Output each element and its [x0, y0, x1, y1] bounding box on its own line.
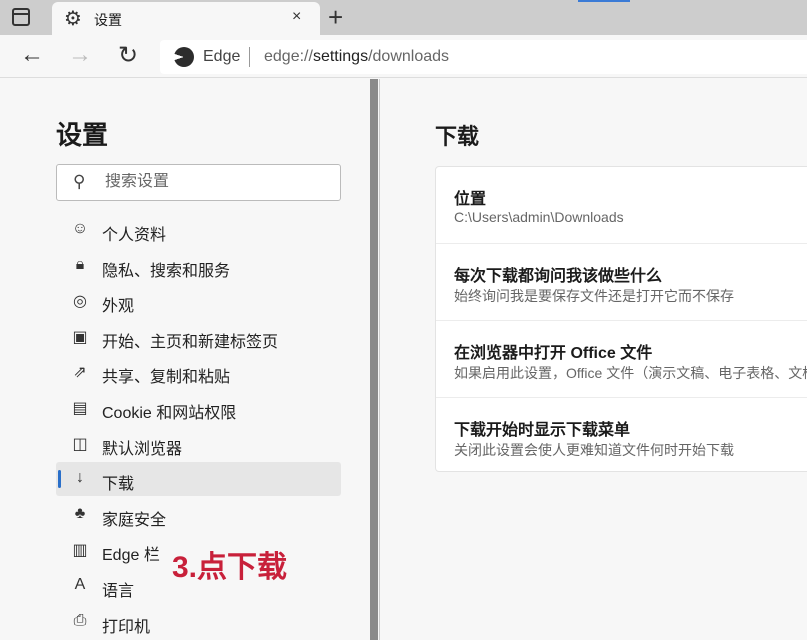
family-icon: ♣ — [74, 504, 86, 522]
setting-title: 在浏览器中打开 Office 文件 — [454, 345, 653, 362]
search-icon: ⚲ — [73, 172, 86, 191]
sidebar-item-label: 共享、复制和粘贴 — [102, 369, 231, 387]
cookie-icon: ▤ — [72, 400, 88, 417]
search-box[interactable]: ⚲ — [56, 164, 341, 201]
sidebar-title: 设置 — [56, 120, 109, 150]
tab-actions-icon[interactable] — [12, 8, 30, 26]
sidebar-item-label: 打印机 — [102, 618, 151, 636]
sidebar-item[interactable]: ⇗ 共享、复制和粘贴 — [56, 355, 341, 389]
forward-button[interactable]: → — [68, 41, 92, 69]
brand-label: Edge — [203, 48, 241, 65]
gear-icon: ⚙ — [64, 8, 82, 30]
download-icon: ↓ — [76, 469, 84, 487]
url-scheme: edge:// — [264, 48, 313, 65]
setting-desc: 如果启用此设置，Office 文件（演示文稿、电子表格、文档） — [454, 365, 807, 381]
edge-bar-icon: ▥ — [72, 542, 88, 560]
setting-desc: C:\Users\admin\Downloads — [454, 209, 624, 225]
sidebar-item-label: 家庭安全 — [102, 511, 167, 529]
sidebar-item-label: 语言 — [102, 583, 135, 600]
setting-row-ask[interactable]: 每次下载都询问我该做些什么始终询问我是要保存文件还是打开它而不保存 — [436, 244, 807, 321]
back-button[interactable]: ← — [20, 41, 44, 69]
setting-title: 下载开始时显示下载菜单 — [454, 422, 631, 439]
sidebar-item-label: 开始、主页和新建标签页 — [102, 333, 279, 351]
sidebar-item-label: 隐私、搜索和服务 — [102, 262, 231, 280]
main-content: 下载 位置 C:\Users\admin\Downloads 每次下载都询问我该做… — [379, 79, 807, 640]
sidebar-item-label: 默认浏览器 — [102, 440, 183, 458]
sidebar-item[interactable]: ☺ 个人资料 — [56, 213, 341, 247]
sidebar-item-label: Cookie 和网站权限 — [102, 405, 237, 422]
setting-desc: 关闭此设置会使人更难知道文件何时开始下载 — [454, 442, 734, 458]
browser-icon: ◫ — [72, 435, 88, 453]
tab-settings[interactable]: ⚙ 设置 × — [52, 2, 320, 36]
nav-bar: ← → ↻ Edge edge://settings/downloads — [0, 35, 807, 78]
setting-row-location[interactable]: 位置 C:\Users\admin\Downloads — [436, 167, 807, 244]
edge-logo-icon — [174, 47, 194, 67]
annotation-text: 3.点下载 — [172, 551, 288, 584]
new-tab-button[interactable]: + — [328, 2, 343, 33]
sidebar-item[interactable]: 🔒︎ 隐私、搜索和服务 — [56, 249, 341, 283]
profile-icon: ☺ — [71, 220, 89, 237]
setting-desc: 始终询问我是要保存文件还是打开它而不保存 — [454, 288, 734, 304]
sidebar-item[interactable]: ⎙ 打印机 — [56, 605, 341, 639]
downloads-card: 位置 C:\Users\admin\Downloads 每次下载都询问我该做些什么… — [435, 166, 807, 472]
sidebar-item[interactable]: ▣ 开始、主页和新建标签页 — [56, 320, 341, 354]
tab-highlight — [578, 0, 630, 2]
setting-row-office[interactable]: 在浏览器中打开 Office 文件如果启用此设置，Office 文件（演示文稿、… — [436, 321, 807, 398]
palette-icon: ◎ — [73, 293, 87, 311]
page-title: 下载 — [435, 124, 480, 149]
sidebar-item[interactable]: ↓ 下载 — [56, 462, 341, 497]
url-text[interactable]: edge://settings/downloads — [264, 48, 449, 66]
setting-row-menu[interactable]: 下载开始时显示下载菜单关闭此设置会使人更难知道文件何时开始下载 — [436, 398, 807, 475]
home-page-icon: ▣ — [72, 328, 88, 346]
refresh-button[interactable]: ↻ — [118, 41, 138, 70]
scrollbar[interactable] — [370, 79, 378, 640]
address-bar[interactable]: Edge edge://settings/downloads — [160, 40, 807, 74]
url-host: settings — [312, 48, 369, 65]
divider — [249, 47, 250, 67]
sidebar-item-label: Edge 栏 — [102, 547, 160, 565]
sidebar-item-label: 个人资料 — [102, 227, 167, 244]
sidebar-item[interactable]: ♣ 家庭安全 — [56, 498, 341, 532]
url-path: /downloads — [368, 48, 450, 65]
sidebar-item-label: 下载 — [102, 476, 135, 494]
tab-title: 设置 — [94, 12, 122, 28]
search-input[interactable] — [105, 173, 325, 191]
sidebar-item[interactable]: ◫ 默认浏览器 — [56, 427, 341, 461]
sidebar-item[interactable]: ▤ Cookie 和网站权限 — [56, 391, 341, 425]
language-icon: A — [74, 576, 86, 593]
share-icon: ⇗ — [73, 364, 87, 382]
sidebar-item[interactable]: ◎ 外观 — [56, 284, 341, 318]
tab-bar: ⚙ 设置 × + — [0, 0, 807, 36]
close-tab-icon[interactable]: × — [292, 8, 301, 26]
setting-title: 位置 — [454, 191, 487, 208]
sidebar: 设置 ⚲ ☺ 个人资料 🔒︎ 隐私、搜索和服务 ◎ 外观 ▣ 开始、主页和新建标签页 ⇗ 共享、复… — [0, 79, 370, 640]
sidebar-item-label: 外观 — [102, 298, 135, 316]
lock-icon: 🔒︎ — [75, 255, 85, 273]
setting-title: 每次下载都询问我该做些什么 — [454, 268, 663, 285]
printer-icon: ⎙ — [73, 611, 87, 629]
